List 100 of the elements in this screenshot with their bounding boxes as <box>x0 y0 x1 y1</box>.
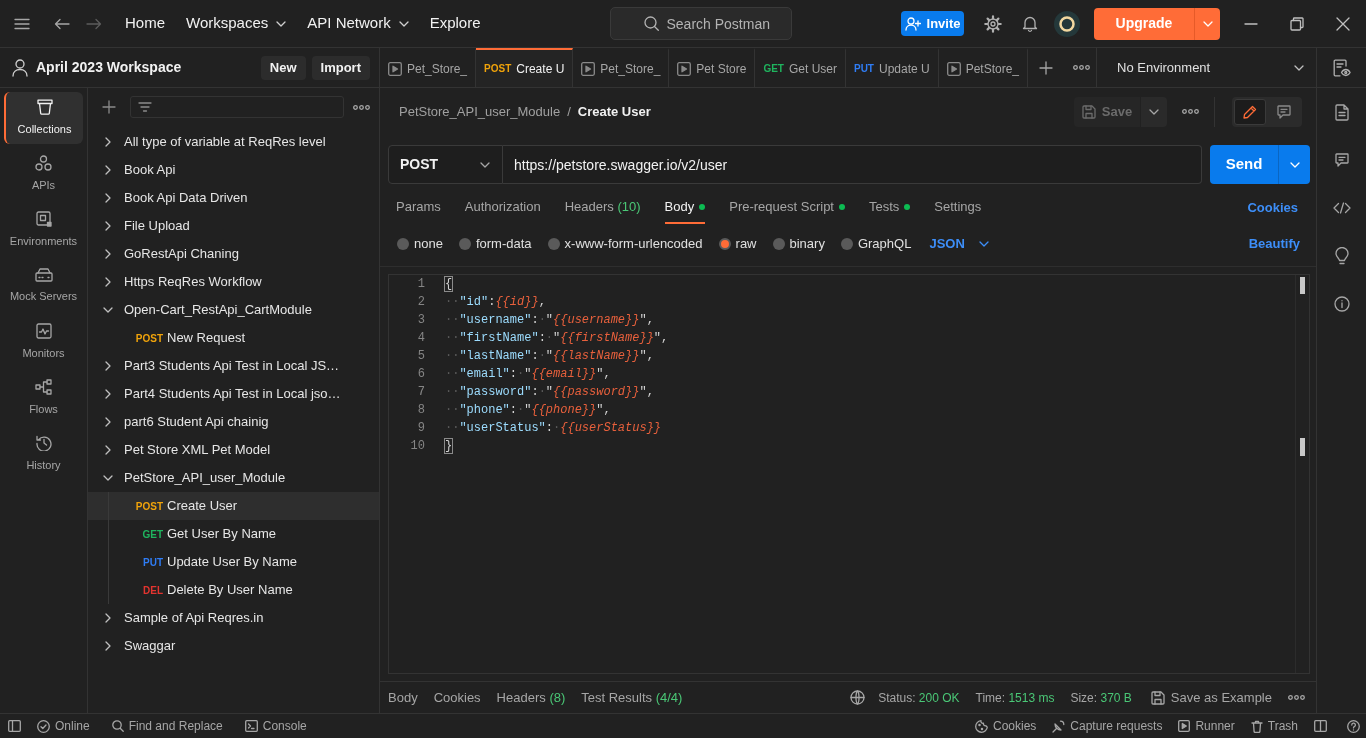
request-item[interactable]: GET Get User By Name <box>88 520 379 548</box>
collection-item[interactable]: GoRestApi Chaning <box>88 240 379 268</box>
body-type-option[interactable]: raw <box>718 234 757 254</box>
request-section-tab[interactable]: Authorization <box>464 192 541 224</box>
sidebar-nav-button[interactable]: Collections <box>4 92 83 144</box>
body-type-option[interactable]: x-www-form-urlencoded <box>547 234 703 254</box>
more-icon[interactable] <box>1182 109 1199 114</box>
request-section-tab[interactable]: Params <box>396 192 441 224</box>
search-field[interactable]: Search Postman <box>609 7 792 40</box>
environment-dropdown[interactable]: No Environment <box>1096 48 1316 87</box>
response-tab[interactable]: Cookies <box>433 687 481 708</box>
collection-item[interactable]: File Upload <box>88 212 379 240</box>
filter-field[interactable] <box>130 96 344 118</box>
avatar-icon[interactable] <box>1054 10 1080 37</box>
collection-item[interactable]: Https ReqRes Workflow <box>88 268 379 296</box>
more-icon[interactable] <box>353 104 370 110</box>
body-type-option[interactable]: GraphQL <box>840 234 912 254</box>
body-type-option[interactable]: none <box>397 234 443 254</box>
status-bar-button[interactable]: Console <box>244 717 307 735</box>
request-item[interactable]: DEL Delete By User Name <box>88 576 379 604</box>
chevron-right-icon[interactable] <box>105 641 111 651</box>
more-icon[interactable] <box>1073 65 1091 70</box>
response-tab[interactable]: Body <box>388 687 418 708</box>
collection-item[interactable]: Swaggar <box>88 632 379 660</box>
request-section-tab[interactable]: Pre-request Script <box>729 192 845 224</box>
request-item[interactable]: POST New Request <box>88 324 379 352</box>
breadcrumb-link[interactable]: PetStore_API_user_Module <box>399 101 561 122</box>
language-dropdown[interactable]: JSON <box>929 234 989 254</box>
cookies-link[interactable]: Cookies <box>1247 198 1298 218</box>
chevron-right-icon[interactable] <box>105 221 111 231</box>
more-icon[interactable] <box>1288 695 1305 700</box>
info-icon[interactable] <box>1333 296 1350 312</box>
bell-icon[interactable] <box>1022 15 1038 32</box>
close-icon[interactable] <box>1336 16 1350 31</box>
request-section-tab[interactable]: Tests <box>869 192 911 224</box>
lightbulb-icon[interactable] <box>1334 247 1349 265</box>
back-arrow-icon[interactable] <box>54 17 70 30</box>
collection-item[interactable]: All type of variable at ReqRes level <box>88 128 379 156</box>
nav-menu-button[interactable]: API Network <box>307 12 409 35</box>
status-bar-button[interactable]: Find and Replace <box>111 717 223 735</box>
request-item[interactable]: POST Create User <box>88 492 379 520</box>
chevron-right-icon[interactable] <box>105 361 111 371</box>
comment-icon[interactable] <box>1334 153 1349 167</box>
method-dropdown[interactable]: POST <box>388 145 503 184</box>
chevron-down-icon[interactable] <box>103 475 113 481</box>
collection-item[interactable]: Part3 Students Api Test in Local JS… <box>88 352 379 380</box>
body-type-option[interactable]: binary <box>772 234 825 254</box>
plus-icon[interactable] <box>1039 60 1054 75</box>
status-bar-button[interactable]: Cookies <box>975 717 1037 735</box>
request-tab[interactable]: Pet Store <box>669 48 756 87</box>
globe-icon[interactable] <box>850 690 866 705</box>
chevron-right-icon[interactable] <box>105 613 111 623</box>
save-dropdown-button[interactable] <box>1141 96 1167 127</box>
status-bar-button[interactable]: Capture requests <box>1052 717 1163 735</box>
collection-item[interactable]: Part4 Students Api Test in Local jso… <box>88 380 379 408</box>
request-item[interactable]: PUT Update User By Name <box>88 548 379 576</box>
sidebar-nav-button[interactable]: Flows <box>4 372 83 424</box>
collection-item[interactable]: Book Api Data Driven <box>88 184 379 212</box>
menu-icon[interactable] <box>14 17 30 30</box>
nav-menu-button[interactable]: Workspaces <box>186 12 287 35</box>
request-tab[interactable]: GET Get User <box>755 48 846 87</box>
collection-item[interactable]: PetStore_API_user_Module <box>88 464 379 492</box>
sidebar-toggle-icon[interactable] <box>8 720 21 732</box>
send-button[interactable]: Send <box>1210 145 1278 184</box>
chevron-right-icon[interactable] <box>105 277 111 287</box>
request-section-tab[interactable]: Settings <box>934 192 982 224</box>
request-tab[interactable]: PUT Update U <box>845 48 939 87</box>
chevron-right-icon[interactable] <box>105 417 111 427</box>
request-section-tab[interactable]: Headers (10) <box>564 192 641 224</box>
collection-item[interactable]: Open-Cart_RestApi_CartModule <box>88 296 379 324</box>
code-icon[interactable] <box>1332 202 1351 214</box>
chevron-right-icon[interactable] <box>105 193 111 203</box>
sidebar-nav-button[interactable]: History <box>4 428 83 480</box>
sidebar-nav-button[interactable]: APIs <box>4 148 83 200</box>
upgrade-dropdown-button[interactable] <box>1194 7 1220 40</box>
help-icon[interactable] <box>1347 719 1360 733</box>
body-type-option[interactable]: form-data <box>458 234 532 254</box>
restore-icon[interactable] <box>1290 16 1304 31</box>
edit-mode-button[interactable] <box>1234 98 1266 125</box>
sidebar-nav-button[interactable]: Monitors <box>4 316 83 368</box>
invite-button[interactable]: Invite <box>901 11 964 36</box>
status-bar-button[interactable]: Runner <box>1178 717 1235 735</box>
request-tab[interactable]: Pet_Store_ <box>573 48 670 87</box>
split-pane-icon[interactable] <box>1314 720 1327 732</box>
save-as-example-button[interactable]: Save as Example <box>1150 687 1272 708</box>
response-tab[interactable]: Test Results (4/4) <box>581 687 683 708</box>
response-tab[interactable]: Headers (8) <box>496 687 566 708</box>
sidebar-nav-button[interactable]: Mock Servers <box>4 260 83 312</box>
nav-menu-button[interactable]: Home <box>125 12 165 35</box>
chevron-down-icon[interactable] <box>103 307 113 313</box>
status-bar-button[interactable]: Online <box>37 717 90 735</box>
chevron-right-icon[interactable] <box>105 165 111 175</box>
request-tab[interactable]: PetStore_ <box>938 48 1029 87</box>
url-field[interactable]: https://petstore.swagger.io/v2/user <box>503 145 1202 184</box>
request-tab[interactable]: POST Create U <box>476 48 574 87</box>
chevron-right-icon[interactable] <box>105 445 111 455</box>
collection-item[interactable]: Sample of Api Reqres.in <box>88 604 379 632</box>
nav-menu-button[interactable]: Explore <box>429 12 481 35</box>
workspace-action-button[interactable]: New <box>260 55 306 80</box>
document-eye-icon[interactable] <box>1332 58 1351 77</box>
